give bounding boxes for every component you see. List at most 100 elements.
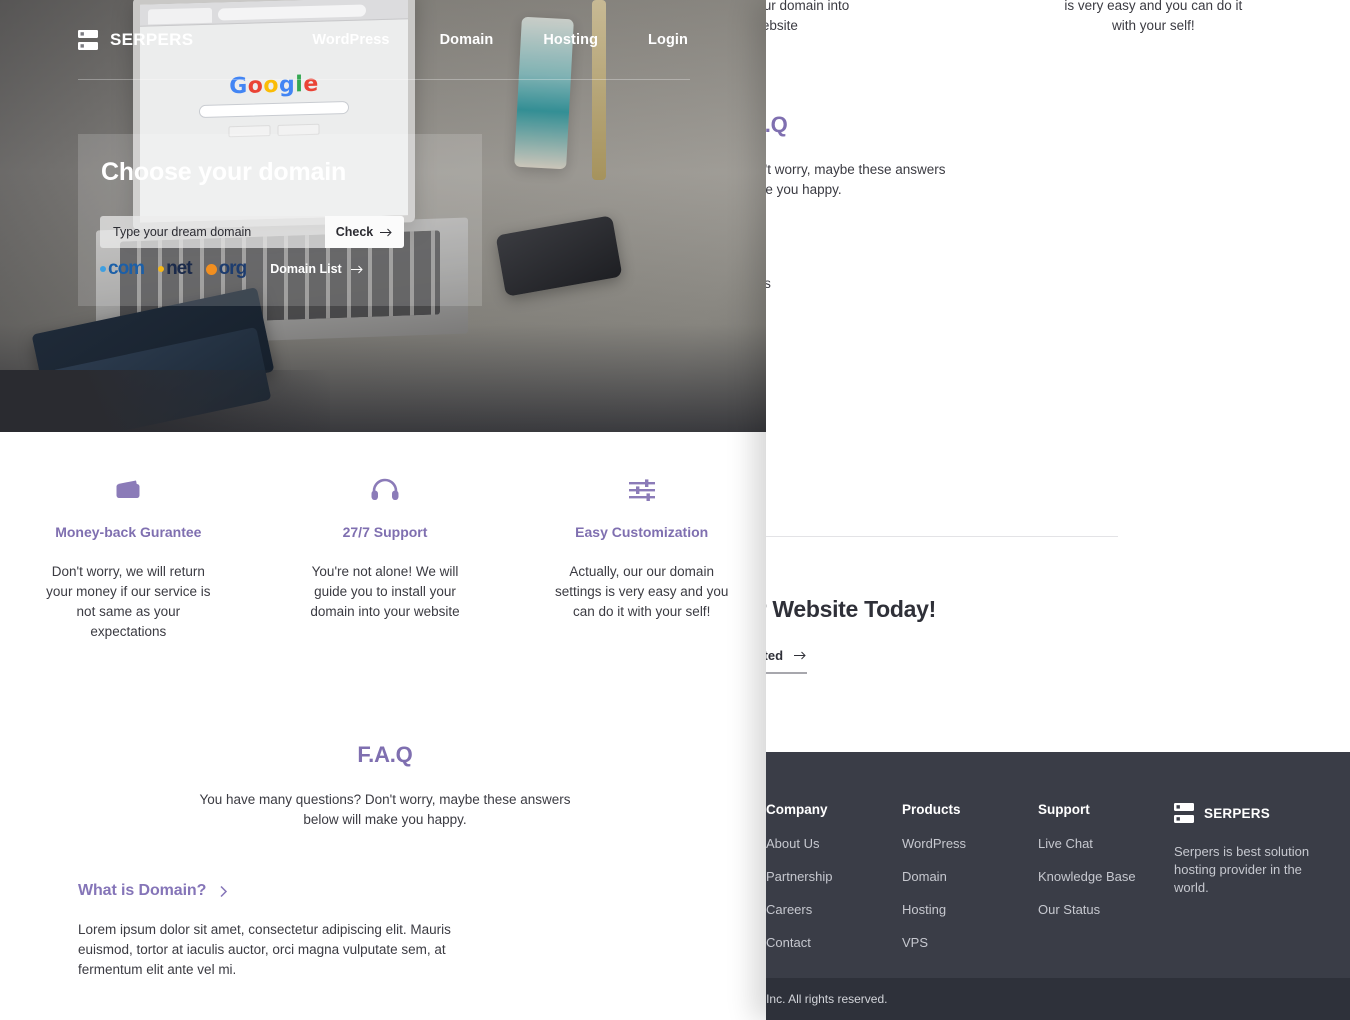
- faq-list: What is Domain? Lorem ipsum dolor sit am…: [78, 882, 690, 980]
- footer-column-heading: Company: [766, 802, 828, 817]
- faq-item: Can I Install my Domain myself?: [766, 368, 1118, 386]
- hero-title: Choose your domain: [101, 158, 347, 186]
- feature-card: Money-back Gurantee Don't worry, we will…: [0, 470, 257, 642]
- server-rack-icon: [1174, 803, 1194, 823]
- footer-brand-description: Serpers is best solution hosting provide…: [1174, 844, 1310, 895]
- feature-card: 27/7 Support You're not alone! We will g…: [257, 470, 514, 642]
- footer-column-heading: Support: [1038, 802, 1090, 817]
- footer-link[interactable]: Careers: [766, 902, 902, 917]
- tld-label-org: org: [218, 258, 248, 279]
- faq-answer: Lorem ipsum dolor sit amet, consectetur …: [766, 276, 771, 291]
- cta-title: Let's Create Your Website Today!: [766, 596, 937, 622]
- footer-link[interactable]: Hosting: [902, 902, 1038, 917]
- site-footer: Company About Us Partnership Careers Con…: [766, 752, 1350, 978]
- faq-subtitle: You have many questions? Don't worry, ma…: [766, 162, 946, 197]
- footer-link[interactable]: Our Status: [1038, 902, 1174, 917]
- copyright-text: © 2016-2018 SERPERS Inc. All rights rese…: [766, 992, 888, 1006]
- domain-check-button[interactable]: Check: [325, 216, 404, 248]
- domain-list-label: Domain List: [270, 262, 342, 276]
- feature-text: You're not alone! We will guide you to i…: [310, 564, 460, 619]
- chevron-right-icon: [220, 885, 228, 897]
- footer-brand-name: SERPERS: [1204, 805, 1270, 821]
- feature-text: Actually, our our domain settings is ver…: [1064, 0, 1243, 33]
- hero-card: Choose your domain Check com net org Dom…: [78, 134, 482, 306]
- footer-link[interactable]: WordPress: [902, 836, 1038, 851]
- nav-item-domain[interactable]: Domain: [440, 32, 494, 48]
- get-started-label: Get Started: [766, 648, 784, 663]
- footer-link[interactable]: Knowledge Base: [1038, 869, 1174, 884]
- faq-question-toggle[interactable]: What is Domain?: [766, 236, 1118, 254]
- brand-logo[interactable]: SERPERS: [78, 29, 193, 51]
- footer-link[interactable]: Domain: [902, 869, 1038, 884]
- faq-list: What is Domain? Lorem ipsum dolor sit am…: [766, 236, 1118, 490]
- sliders-icon: [527, 470, 756, 510]
- faq-item: How to earn money from domain?: [766, 472, 1118, 490]
- faq-subtitle: You have many questions? Don't worry, ma…: [199, 792, 571, 827]
- footer-column-company: Company About Us Partnership Careers Con…: [766, 802, 902, 968]
- arrow-right-icon: [380, 228, 392, 236]
- footer-brand: SERPERS: [1174, 802, 1334, 824]
- tld-logo-net[interactable]: net: [158, 258, 193, 280]
- footer-column-brand: SERPERS Serpers is best solution hosting…: [1174, 802, 1334, 968]
- footer-column-products: Products WordPress Domain Hosting VPS: [902, 802, 1038, 968]
- photo-google-searchbox: [199, 100, 349, 119]
- wallet-icon: [14, 470, 243, 510]
- nav-item-hosting[interactable]: Hosting: [543, 32, 598, 48]
- top-navigation-bar: SERPERS WordPress Domain Hosting Login: [0, 0, 770, 80]
- photo-dark-left: [0, 370, 330, 432]
- page-root: Google SERPERS WordPress Domain Hosting …: [0, 0, 1350, 1020]
- faq-header: F.A.Q You have many questions? Don't wor…: [766, 112, 1350, 200]
- arrow-right-icon: [350, 265, 363, 273]
- faq-question-toggle[interactable]: What is Domain?: [78, 882, 690, 900]
- footer-column-heading: Products: [902, 802, 961, 817]
- photo-phone: [495, 215, 623, 297]
- tld-logo-org[interactable]: org: [205, 258, 248, 280]
- tld-label-com: com: [108, 258, 145, 279]
- footer-link[interactable]: Contact: [766, 935, 902, 950]
- server-rack-icon: [78, 30, 98, 50]
- get-started-button[interactable]: Get Started: [766, 648, 808, 674]
- brand-name: SERPERS: [110, 30, 194, 49]
- faq-title: F.A.Q: [766, 112, 788, 137]
- check-button-label: Check: [335, 225, 374, 239]
- footer-columns: Company About Us Partnership Careers Con…: [766, 802, 1350, 968]
- feature-text: Don't worry, we will return your money i…: [46, 564, 211, 639]
- tld-logos-row: com net org Domain List: [100, 258, 364, 280]
- faq-question-toggle[interactable]: How to earn money from domain?: [766, 472, 1118, 490]
- faq-question-toggle[interactable]: How to install Domain?: [766, 420, 1118, 438]
- faq-item: How to install Domain?: [766, 420, 1118, 438]
- cta-section: Let's Create Your Website Today! Get Sta…: [766, 596, 1350, 674]
- faq-item: What is Domain? Lorem ipsum dolor sit am…: [766, 236, 1118, 334]
- faq-question-label: What is Domain?: [78, 882, 207, 899]
- faq-title: F.A.Q: [357, 742, 413, 767]
- faq-answer: Lorem ipsum dolor sit amet, consectetur …: [78, 922, 451, 977]
- arrow-right-icon: [794, 651, 806, 660]
- domain-search-row: Check: [100, 216, 404, 248]
- tld-logo-com[interactable]: com: [100, 258, 145, 280]
- footer-link[interactable]: Partnership: [766, 869, 902, 884]
- footer-link[interactable]: VPS: [902, 935, 1038, 950]
- feature-title: Easy Customization: [575, 524, 709, 540]
- footer-column-support: Support Live Chat Knowledge Base Our Sta…: [1038, 802, 1174, 968]
- feature-card: 27/7 Support You're not alone! We will g…: [766, 0, 957, 36]
- nav-item-login[interactable]: Login: [648, 32, 688, 48]
- faq-header: F.A.Q You have many questions? Don't wor…: [0, 742, 770, 830]
- tld-label-net: net: [166, 258, 192, 279]
- faq-question-toggle[interactable]: Can I Install my Domain myself?: [766, 368, 1118, 386]
- feature-text: You're not alone! We will guide you to i…: [766, 0, 850, 33]
- feature-title: 27/7 Support: [342, 524, 428, 540]
- scrolled-page-panel: Money-back Gurantee Don't worry, we will…: [766, 0, 1350, 1020]
- features-section: Money-back Gurantee Don't worry, we will…: [0, 470, 770, 642]
- headphones-icon: [271, 470, 500, 510]
- nav-item-wordpress[interactable]: WordPress: [312, 32, 389, 48]
- footer-link[interactable]: About Us: [766, 836, 902, 851]
- copyright-bar: © 2016-2018 SERPERS Inc. All rights rese…: [766, 978, 1350, 1020]
- feature-text: Actually, our our domain settings is ver…: [555, 564, 729, 619]
- feature-card: Easy Customization Actually, our our dom…: [513, 470, 770, 642]
- faq-item: What is Domain? Lorem ipsum dolor sit am…: [78, 882, 690, 980]
- feature-title: Money-back Gurantee: [55, 524, 202, 540]
- domain-search-input[interactable]: [100, 216, 325, 248]
- features-section: Money-back Gurantee Don't worry, we will…: [766, 0, 1350, 36]
- footer-link[interactable]: Live Chat: [1038, 836, 1174, 851]
- domain-list-link[interactable]: Domain List: [270, 262, 364, 276]
